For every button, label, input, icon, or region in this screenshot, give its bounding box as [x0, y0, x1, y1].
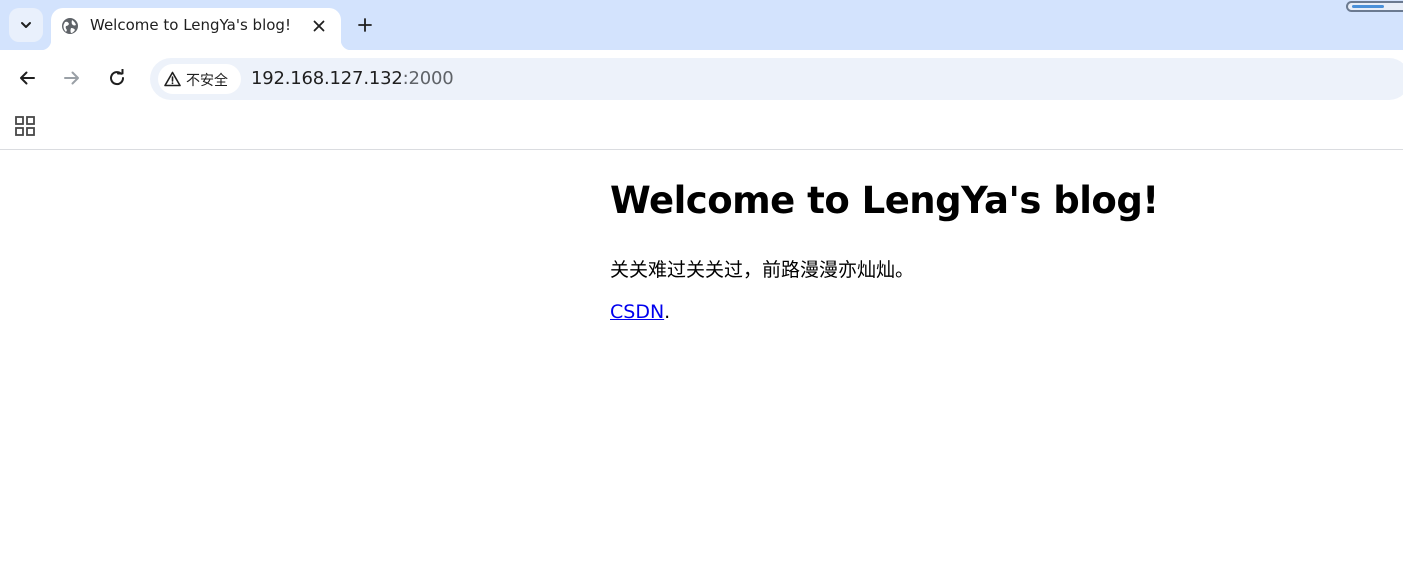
reload-icon [110, 69, 125, 86]
chevron-down-icon [21, 22, 31, 28]
back-button[interactable] [13, 64, 41, 92]
tab-close-button[interactable] [310, 17, 328, 35]
arrow-right-icon [64, 71, 79, 85]
security-indicator-chip[interactable]: 不安全 [158, 64, 241, 94]
url-host: 192.168.127.132 [251, 68, 403, 89]
security-label: 不安全 [186, 73, 228, 89]
close-icon [313, 20, 325, 32]
page-paragraph: 关关难过关关过，前路漫漫亦灿灿。 [610, 259, 915, 281]
tab-strip: Welcome to LengYa's blog! [0, 0, 1403, 50]
address-bar[interactable]: 不安全 192.168.127.132:2000 [150, 58, 1403, 100]
warning-triangle-icon [164, 71, 181, 87]
page-content: Welcome to LengYa's blog! 关关难过关关过，前路漫漫亦灿… [0, 151, 1403, 571]
window-control-indicator [1346, 1, 1403, 12]
tab-title: Welcome to LengYa's blog! [90, 16, 291, 34]
page-heading: Welcome to LengYa's blog! [610, 179, 1159, 222]
link-line: CSDN. [610, 301, 670, 323]
url-port: :2000 [402, 68, 454, 89]
apps-grid-icon [15, 116, 35, 136]
tab-search-button[interactable] [9, 8, 43, 42]
browser-toolbar: 不安全 192.168.127.132:2000 [0, 50, 1403, 108]
bookmarks-bar [0, 108, 1403, 150]
link-suffix: . [664, 301, 671, 323]
url-text[interactable]: 192.168.127.132:2000 [251, 68, 454, 89]
globe-icon [62, 18, 78, 34]
csdn-link[interactable]: CSDN [610, 301, 664, 323]
arrow-left-icon [20, 71, 35, 85]
new-tab-button[interactable] [352, 12, 378, 38]
forward-button[interactable] [58, 64, 86, 92]
active-tab[interactable]: Welcome to LengYa's blog! [41, 8, 351, 50]
plus-icon [358, 18, 372, 32]
reload-button[interactable] [103, 64, 131, 92]
apps-button[interactable] [14, 115, 36, 137]
